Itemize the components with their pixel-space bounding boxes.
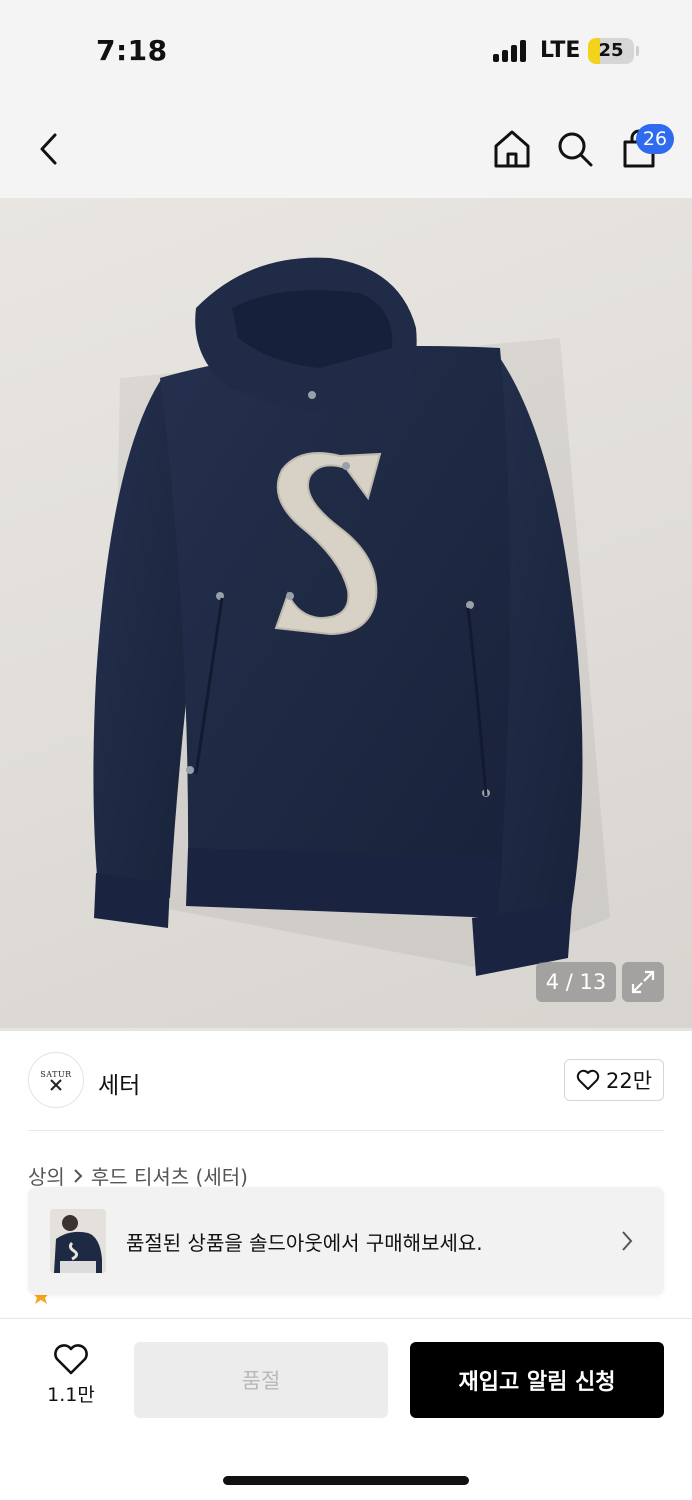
home-indicator (223, 1476, 469, 1485)
breadcrumb-category[interactable]: 상의 (28, 1161, 65, 1190)
battery-level: 25 (598, 40, 624, 61)
image-counter: 4 / 13 (536, 962, 616, 1002)
chevron-right-icon (74, 1168, 83, 1183)
banner-thumbnail (50, 1209, 106, 1273)
signal-icon (493, 40, 529, 62)
heart-icon (576, 1069, 600, 1090)
chevron-right-icon (622, 1231, 633, 1251)
brand-logo-text: SATUR (40, 1069, 72, 1079)
expand-icon (631, 970, 655, 994)
product-like-button[interactable]: 1.1만 (40, 1344, 102, 1416)
breadcrumb: 상의 후드 티셔츠 (세터) (28, 1161, 248, 1190)
product-like-count: 1.1만 (47, 1384, 95, 1406)
chevron-left-icon (40, 133, 57, 165)
hoodie-illustration (93, 257, 610, 976)
nav-bar (0, 100, 692, 198)
cart-count-badge: 26 (636, 124, 674, 154)
brand-like-button[interactable]: 22만 (564, 1059, 664, 1101)
restock-alert-button[interactable]: 재입고 알림 신청 (410, 1342, 664, 1418)
status-bar: 7:18 LTE 25 (0, 0, 692, 100)
battery-tip (636, 46, 639, 56)
back-button[interactable] (26, 126, 72, 172)
soldout-button: 품절 (134, 1342, 388, 1418)
row-divider (28, 1130, 664, 1131)
home-icon (494, 130, 530, 168)
image-divider (0, 1028, 692, 1031)
search-icon (558, 132, 593, 167)
product-image[interactable] (0, 198, 692, 1028)
banner-message: 품절된 상품을 솔드아웃에서 구매해보세요. (126, 1231, 483, 1255)
expand-image-button[interactable] (622, 962, 664, 1002)
heart-icon (54, 1344, 88, 1375)
brand-like-count: 22만 (605, 1069, 653, 1093)
brand-name[interactable]: 세터 (98, 1066, 140, 1100)
crossed-emblem-icon (50, 1078, 62, 1091)
banner-thumbnail-image (50, 1209, 106, 1273)
home-button[interactable] (489, 126, 535, 172)
network-label: LTE (540, 38, 581, 63)
bottom-divider (0, 1318, 692, 1319)
breadcrumb-subcategory[interactable]: 후드 티셔츠 (세터) (91, 1161, 248, 1190)
brand-logo[interactable]: SATUR (28, 1052, 84, 1108)
soldout-banner[interactable]: 품절된 상품을 솔드아웃에서 구매해보세요. (28, 1187, 664, 1295)
status-time: 7:18 (96, 34, 168, 67)
search-button[interactable] (552, 126, 598, 172)
battery-icon: 25 (588, 38, 634, 64)
